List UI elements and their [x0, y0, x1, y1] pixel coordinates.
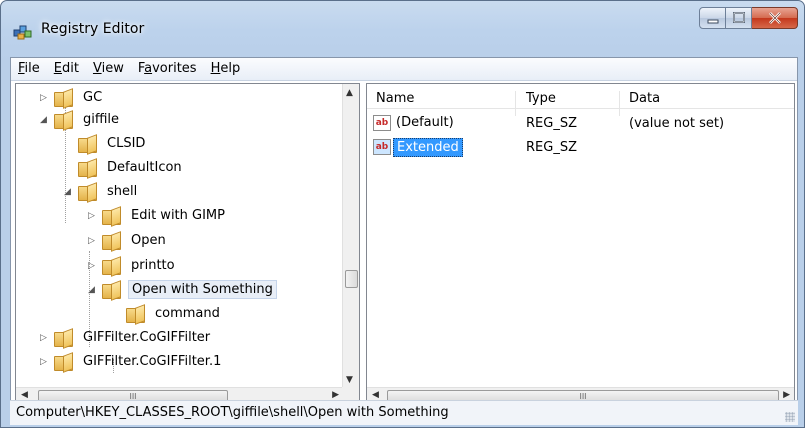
menu-file[interactable]: File: [11, 58, 47, 80]
tree-item-giffile[interactable]: ◢ giffile: [40, 108, 122, 131]
value-type: REG_SZ: [526, 116, 577, 131]
tree-item-command[interactable]: command: [126, 302, 223, 325]
tree-item-open-with-something[interactable]: ◢ Open with Something: [88, 278, 277, 301]
minimize-button[interactable]: [699, 7, 726, 29]
tree-item-giffilter-1[interactable]: ▷ GIFFilter.CoGIFFilter.1: [40, 350, 224, 373]
value-row[interactable]: ab (Default) REG_SZ (value not set): [367, 113, 794, 135]
caption-buttons: [699, 7, 798, 29]
list-header: Name Type Data: [367, 84, 794, 116]
value-data: (value not set): [629, 116, 725, 131]
scroll-thumb[interactable]: [345, 270, 358, 288]
tree-item-giffilter[interactable]: ▷ GIFFilter.CoGIFFilter: [40, 326, 213, 349]
folder-icon: [54, 90, 74, 107]
title-bar[interactable]: Registry Editor: [1, 1, 805, 57]
tree-item-clsid[interactable]: CLSID: [78, 132, 148, 155]
tree-item-label: command: [155, 306, 220, 321]
menu-file-label: ile: [24, 61, 40, 76]
menu-view[interactable]: View: [86, 58, 131, 80]
value-name: Extended: [393, 138, 463, 157]
scroll-up-icon[interactable]: ▲: [346, 88, 353, 98]
tree-item-gc[interactable]: ▷ GC: [40, 86, 105, 109]
menu-help-accel: H: [210, 61, 221, 76]
folder-icon: [54, 354, 74, 371]
window-title: Registry Editor: [41, 21, 145, 37]
expand-icon[interactable]: ▷: [40, 333, 50, 343]
value-name: (Default): [396, 115, 454, 130]
expand-icon[interactable]: ▷: [88, 261, 98, 271]
tree-item-label: CLSID: [107, 136, 146, 151]
tree-item-label: GC: [83, 90, 103, 105]
menu-help[interactable]: Help: [204, 58, 248, 80]
close-button[interactable]: [752, 7, 798, 29]
tree-item-label: Open with Something: [128, 280, 277, 299]
menu-help-label: elp: [220, 61, 241, 76]
folder-icon: [78, 184, 98, 201]
tree-item-printto[interactable]: ▷ printto: [88, 254, 178, 277]
menu-edit-label: dit: [62, 61, 79, 76]
folder-icon: [102, 233, 122, 250]
expand-icon[interactable]: ▷: [40, 357, 50, 367]
menu-favorites-accel: a: [144, 61, 153, 76]
scroll-right-icon[interactable]: ▶: [783, 390, 790, 400]
menu-view-label: iew: [101, 61, 124, 76]
scroll-down-icon[interactable]: ▼: [346, 375, 353, 385]
value-type: REG_SZ: [526, 140, 577, 155]
menu-edit[interactable]: Edit: [47, 58, 86, 80]
status-path: Computer\HKEY_CLASSES_ROOT\giffile\shell…: [16, 405, 449, 420]
tree-item-shell[interactable]: ◢ shell: [64, 180, 140, 203]
scroll-left-icon[interactable]: ◀: [21, 390, 28, 400]
tree-item-label: GIFFilter.CoGIFFilter.1: [83, 354, 222, 369]
expand-icon[interactable]: ▷: [88, 211, 98, 221]
column-data[interactable]: Data: [629, 91, 660, 106]
close-icon: [769, 12, 781, 24]
column-name[interactable]: Name: [376, 91, 414, 106]
expand-icon[interactable]: ▷: [40, 93, 50, 103]
menu-view-accel: V: [92, 61, 102, 76]
value-row[interactable]: ab Extended REG_SZ: [367, 137, 794, 159]
resize-grip-icon[interactable]: [785, 412, 795, 422]
tree-item-label: GIFFilter.CoGIFFilter: [83, 330, 211, 345]
tree-item-label: printto: [131, 258, 175, 273]
tree-item-open[interactable]: ▷ Open: [88, 229, 169, 252]
maximize-icon: [733, 12, 745, 23]
tree-item-edit-with-gimp[interactable]: ▷ Edit with GIMP: [88, 204, 228, 227]
client-area: File Edit View Favorites Help ▷ GC ◢ gif…: [10, 57, 798, 423]
menu-edit-accel: E: [53, 61, 62, 76]
column-type[interactable]: Type: [526, 91, 556, 106]
menu-bar: File Edit View Favorites Help: [11, 58, 797, 81]
folder-icon: [102, 208, 122, 225]
expand-icon[interactable]: ▷: [88, 236, 98, 246]
collapse-icon[interactable]: ◢: [64, 187, 74, 197]
folder-icon: [78, 160, 98, 177]
scroll-right-icon[interactable]: ▶: [332, 390, 339, 400]
tree-item-label: shell: [107, 184, 138, 199]
folder-icon: [126, 306, 146, 323]
folder-icon: [78, 136, 98, 153]
values-list[interactable]: Name Type Data ab (Default) REG_SZ (valu…: [366, 83, 795, 406]
tree-item-label: DefaultIcon: [107, 160, 182, 175]
collapse-icon[interactable]: ◢: [40, 115, 50, 125]
registry-tree[interactable]: ▷ GC ◢ giffile CLSID DefaultIcon ◢ shell…: [15, 83, 360, 406]
maximize-button[interactable]: [726, 7, 752, 29]
status-bar: Computer\HKEY_CLASSES_ROOT\giffile\shell…: [10, 400, 798, 425]
scroll-left-icon[interactable]: ◀: [372, 390, 379, 400]
registry-editor-window: Registry Editor File Edit View Favorites…: [0, 0, 805, 428]
folder-icon: [102, 282, 122, 299]
tree-item-label: giffile: [83, 112, 120, 127]
tree-item-defaulticon[interactable]: DefaultIcon: [78, 156, 185, 179]
folder-icon: [102, 258, 122, 275]
registry-editor-app-icon: [13, 25, 32, 40]
folder-icon: [54, 112, 74, 129]
tree-item-label: Edit with GIMP: [131, 208, 225, 223]
folder-icon: [54, 330, 74, 347]
menu-favorites-label: vorites: [152, 61, 197, 76]
string-value-icon: ab: [373, 115, 391, 131]
string-value-icon: ab: [373, 139, 391, 155]
collapse-icon[interactable]: ◢: [88, 285, 98, 295]
tree-item-label: Open: [131, 233, 166, 248]
tree-vertical-scrollbar[interactable]: ▲ ▼: [342, 84, 359, 388]
menu-favorites[interactable]: Favorites: [131, 58, 204, 80]
minimize-icon: [707, 19, 719, 24]
